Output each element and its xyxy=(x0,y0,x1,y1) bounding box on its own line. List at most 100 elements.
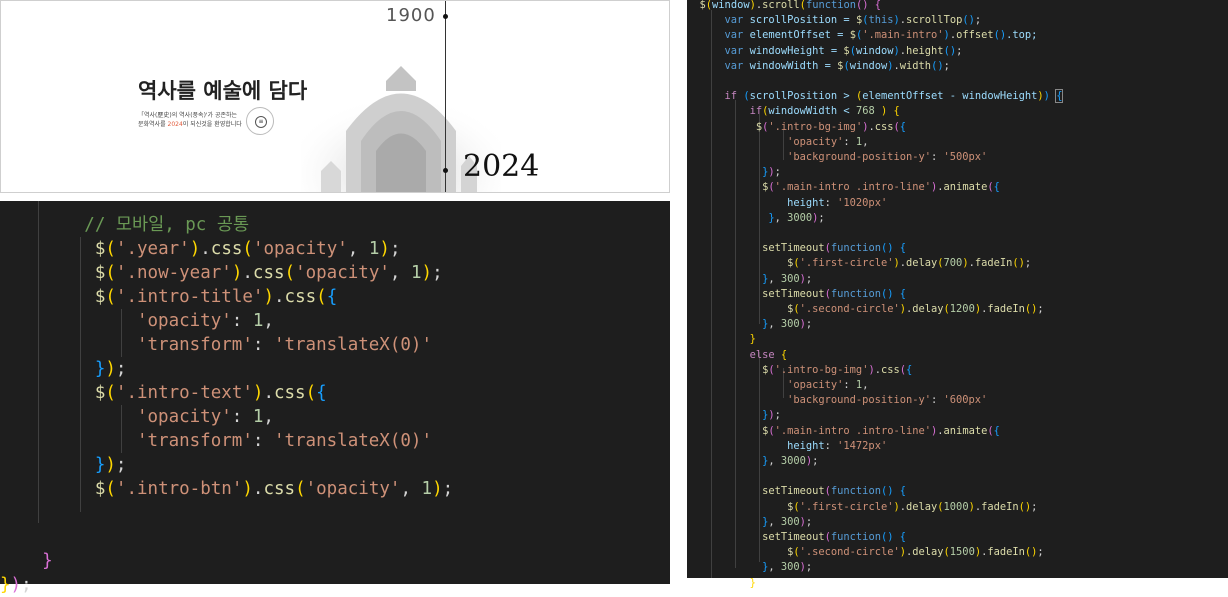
code-token: ) xyxy=(231,263,243,283)
code-token: animate xyxy=(943,424,988,437)
code-token: function xyxy=(830,531,881,543)
intro-title: 역사를 예술에 담다 xyxy=(138,79,308,103)
code-line: if(windowWidth < 768 ) { xyxy=(687,104,900,119)
code-token: 1200 xyxy=(949,303,975,315)
code-token: ; xyxy=(1037,546,1044,559)
code-token: . xyxy=(252,479,264,499)
code-token: 1 xyxy=(410,263,422,283)
code-token: { xyxy=(316,383,327,403)
code-line: setTimeout(function() { xyxy=(687,241,906,256)
code-token: 'opacity' xyxy=(252,239,348,259)
code-token: , xyxy=(347,239,369,259)
timeline-dot-top xyxy=(443,14,448,19)
code-token: scrollPosition > xyxy=(749,90,856,103)
code-token: } xyxy=(42,551,53,571)
code-token: 'translateX(0)' xyxy=(273,431,432,451)
code-token: delay xyxy=(906,257,938,270)
code-editor-left[interactable]: // 모바일, pc 공통 $('.year').css('opacity', … xyxy=(0,201,670,595)
code-token: 'opacity' xyxy=(136,407,232,427)
code-token: '600px' xyxy=(943,394,988,407)
code-token: fadeIn xyxy=(981,500,1019,513)
intro-text-part: 이 되신것을 환영합니다 xyxy=(182,121,242,128)
code-token: () xyxy=(1024,303,1038,315)
code-token: , xyxy=(263,311,274,331)
timeline-dot-bottom xyxy=(443,168,448,173)
code-line: setTimeout(function() { xyxy=(687,484,906,499)
code-token: css xyxy=(263,479,296,499)
code-token: , xyxy=(768,318,781,331)
code-line: }); xyxy=(0,453,127,477)
code-token: '.intro-bg-img' xyxy=(774,363,869,376)
code-token: '.intro-btn' xyxy=(115,479,243,499)
code-token: : xyxy=(824,439,838,452)
code-token: offset xyxy=(956,29,994,42)
code-token: ) xyxy=(105,359,116,379)
code-line: }); xyxy=(0,573,32,597)
code-token: 'opacity' xyxy=(136,311,232,331)
intro-button[interactable]: ≡ xyxy=(246,107,274,135)
code-token: ) xyxy=(379,239,390,259)
code-token: } xyxy=(94,359,106,379)
code-token: , xyxy=(768,455,781,467)
code-token: , xyxy=(862,379,869,391)
code-token: 'background-position-y' xyxy=(787,151,931,163)
code-token: function xyxy=(830,485,881,498)
code-token: height xyxy=(787,439,825,452)
code-token: '.second-circle' xyxy=(799,303,900,315)
code-token: var xyxy=(724,14,744,27)
code-line: $('.intro-bg-img').css({ xyxy=(687,120,906,135)
code-line: 'opacity': 1, xyxy=(687,135,868,150)
code-token: 'opacity' xyxy=(295,263,390,283)
code-token: 'transform' xyxy=(136,431,253,451)
code-token: : xyxy=(843,135,856,148)
intro-text-part: 문화역사를 xyxy=(138,121,168,128)
code-line: $('.intro-text').css({ xyxy=(0,381,327,405)
code-token: elementOffset - windowHeight xyxy=(862,90,1038,103)
code-token: setTimeout xyxy=(762,531,825,543)
code-token: .top; xyxy=(1006,29,1038,42)
code-token: 1500 xyxy=(949,546,975,559)
code-token: ( xyxy=(105,479,116,499)
code-token: ; xyxy=(974,14,982,27)
code-token: ( xyxy=(284,263,296,283)
code-token: css xyxy=(880,363,900,376)
code-token: 1 xyxy=(368,239,380,259)
code-token: , xyxy=(768,272,781,285)
code-token: '.intro-bg-img' xyxy=(768,120,863,133)
code-token: 3000 xyxy=(787,211,813,224)
code-token: 700 xyxy=(943,257,963,270)
code-token: { xyxy=(326,287,338,307)
code-token: ; xyxy=(115,455,127,475)
code-token: ) xyxy=(242,479,253,499)
code-editor-right[interactable]: $(window).scroll(function() { var scroll… xyxy=(687,0,1228,589)
code-token: windowHeight = xyxy=(743,44,844,57)
now-year-label: 2024 xyxy=(463,149,540,184)
code-line: height: '1472px' xyxy=(687,439,887,454)
code-line: }, 300); xyxy=(687,560,812,575)
code-token: '.main-intro .intro-line' xyxy=(774,424,932,437)
code-token: '.first-circle' xyxy=(799,257,894,270)
code-line: $('.now-year').css('opacity', 1); xyxy=(0,261,443,285)
code-token: var xyxy=(724,29,744,42)
code-token: () xyxy=(880,242,894,255)
code-token: 'translateX(0)' xyxy=(273,335,432,355)
code-token: ; xyxy=(805,561,813,574)
code-line: $('.main-intro .intro-line').animate({ xyxy=(687,180,1000,195)
code-token: () xyxy=(880,485,894,498)
